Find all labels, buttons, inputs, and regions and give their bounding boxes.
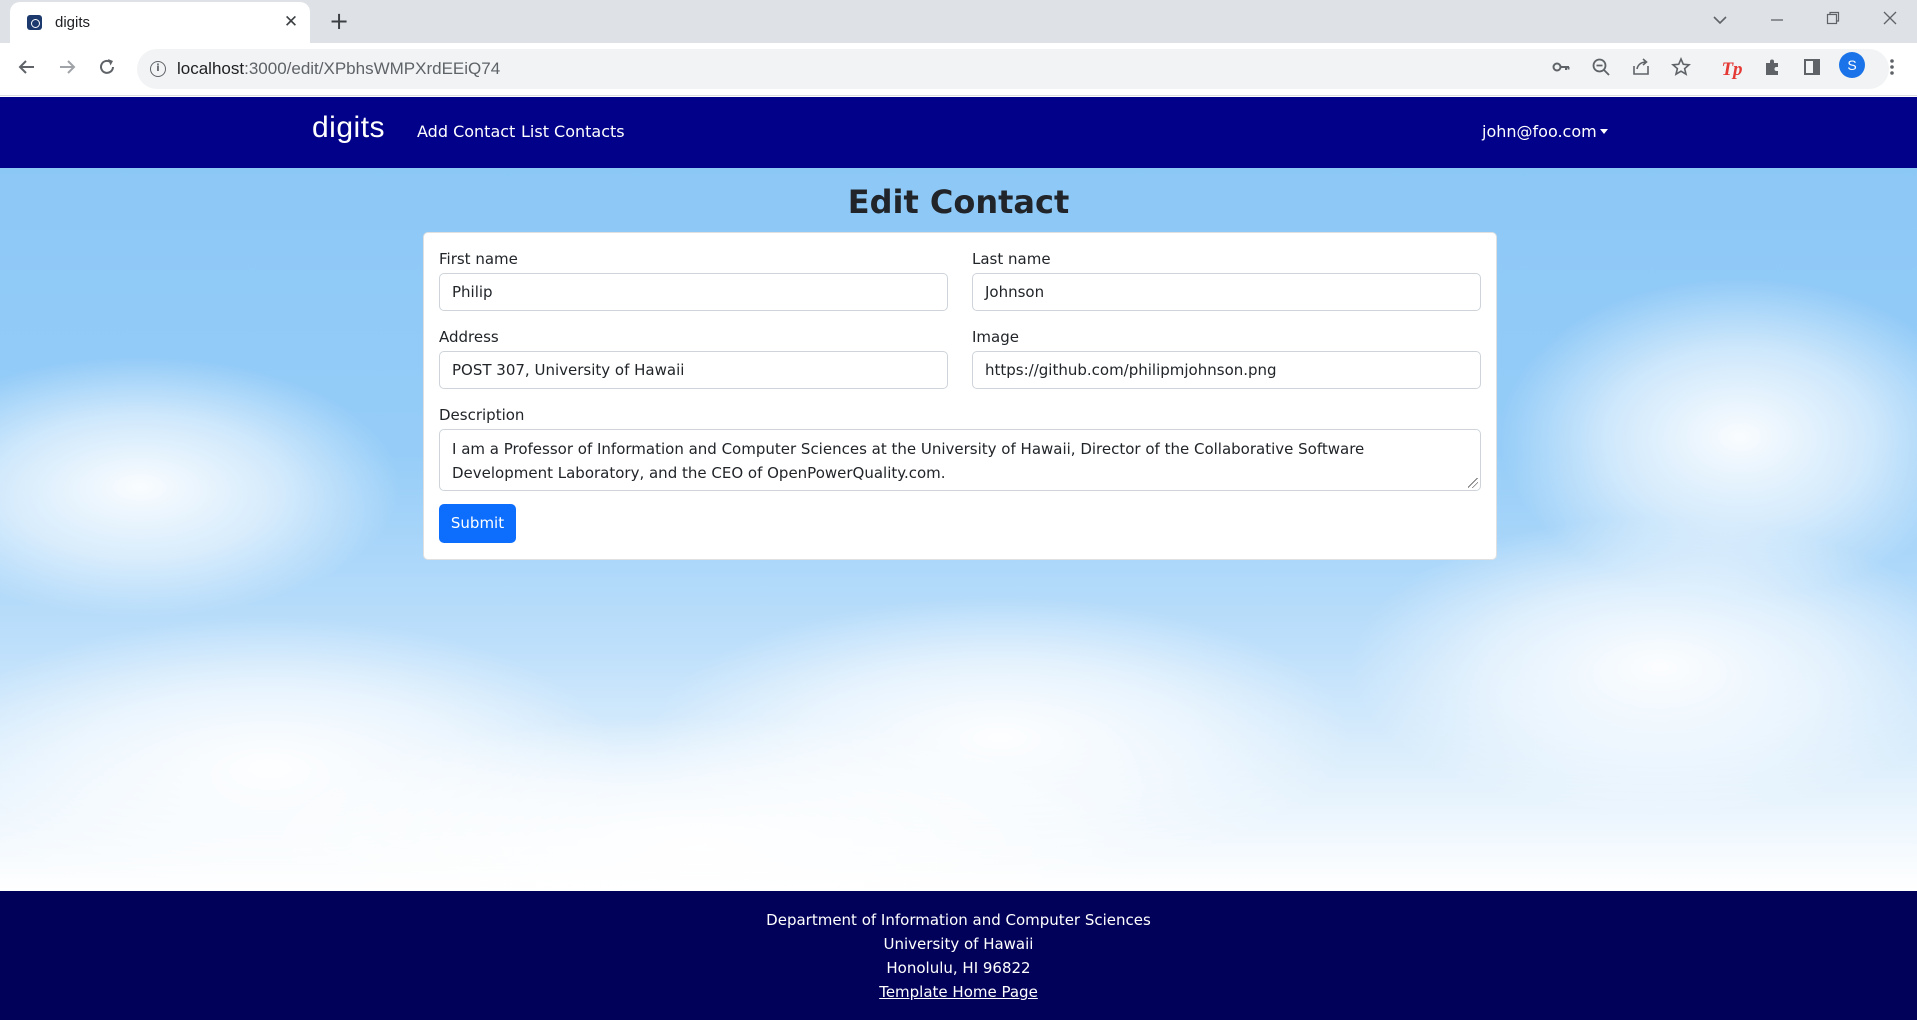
image-label: Image xyxy=(972,328,1019,346)
side-panel-icon[interactable] xyxy=(1799,57,1825,83)
address-input[interactable]: POST 307, University of Hawaii xyxy=(439,351,948,389)
browser-tab[interactable]: digits ✕ xyxy=(10,2,310,43)
zoom-out-icon[interactable] xyxy=(1588,57,1614,83)
caret-down-icon xyxy=(1599,129,1608,134)
info-icon[interactable]: i xyxy=(150,61,166,77)
brand-logo[interactable]: digits xyxy=(312,111,385,145)
page-footer: Department of Information and Computer S… xyxy=(0,891,1917,1020)
page-viewport: digits Add Contact List Contacts john@fo… xyxy=(0,97,1917,891)
forward-icon[interactable] xyxy=(51,54,83,86)
favicon-icon xyxy=(27,15,42,30)
close-tab-icon[interactable]: ✕ xyxy=(280,11,302,33)
cloud-decoration xyxy=(0,357,400,617)
last-name-label: Last name xyxy=(972,250,1051,268)
template-home-link[interactable]: Template Home Page xyxy=(879,983,1038,1001)
back-icon[interactable] xyxy=(11,54,43,86)
top-navbar: digits Add Contact List Contacts john@fo… xyxy=(0,97,1917,168)
close-window-icon[interactable] xyxy=(1870,4,1910,36)
resize-handle-icon[interactable] xyxy=(1468,478,1478,488)
footer-address: Honolulu, HI 96822 xyxy=(886,959,1031,977)
first-name-label: First name xyxy=(439,250,518,268)
browser-toolbar: i localhost:3000/edit/XPbhsWMPXrdEEiQ74 … xyxy=(0,43,1917,96)
profile-avatar[interactable]: S xyxy=(1839,52,1865,78)
user-email: john@foo.com xyxy=(1482,122,1597,141)
address-label: Address xyxy=(439,328,499,346)
minimize-icon[interactable] xyxy=(1757,4,1797,36)
last-name-input[interactable]: Johnson xyxy=(972,273,1481,311)
puzzle-icon[interactable] xyxy=(1759,57,1785,83)
submit-button[interactable]: Submit xyxy=(439,504,516,543)
new-tab-icon[interactable]: + xyxy=(325,7,353,35)
edit-contact-form: First name Philip Last name Johnson Addr… xyxy=(423,232,1497,560)
nav-list-contacts[interactable]: List Contacts xyxy=(521,122,625,141)
footer-university: University of Hawaii xyxy=(883,935,1034,953)
tab-title: digits xyxy=(55,14,91,31)
address-bar[interactable]: i localhost:3000/edit/XPbhsWMPXrdEEiQ74 xyxy=(137,49,1889,89)
page-title: Edit Contact xyxy=(847,183,1070,221)
star-icon[interactable] xyxy=(1668,56,1694,83)
cloud-decoration xyxy=(1350,517,1917,817)
menu-dots-icon[interactable] xyxy=(1879,57,1905,83)
description-label: Description xyxy=(439,406,525,424)
tp-extension-icon[interactable]: Tp xyxy=(1719,57,1745,83)
image-input[interactable]: https://github.com/philipmjohnson.png xyxy=(972,351,1481,389)
key-icon[interactable] xyxy=(1548,57,1574,83)
browser-tabstrip: digits ✕ + xyxy=(0,0,1917,43)
reload-icon[interactable] xyxy=(91,54,123,86)
user-dropdown[interactable]: john@foo.com xyxy=(1482,122,1608,141)
first-name-input[interactable]: Philip xyxy=(439,273,948,311)
tab-search-icon[interactable] xyxy=(1700,4,1740,36)
restore-icon[interactable] xyxy=(1813,4,1853,36)
url-text[interactable]: localhost:3000/edit/XPbhsWMPXrdEEiQ74 xyxy=(177,59,500,79)
footer-department: Department of Information and Computer S… xyxy=(766,911,1151,929)
description-text: I am a Professor of Information and Comp… xyxy=(452,440,1365,482)
share-icon[interactable] xyxy=(1628,57,1654,83)
description-textarea[interactable]: I am a Professor of Information and Comp… xyxy=(439,429,1481,491)
nav-add-contact[interactable]: Add Contact xyxy=(417,122,515,141)
